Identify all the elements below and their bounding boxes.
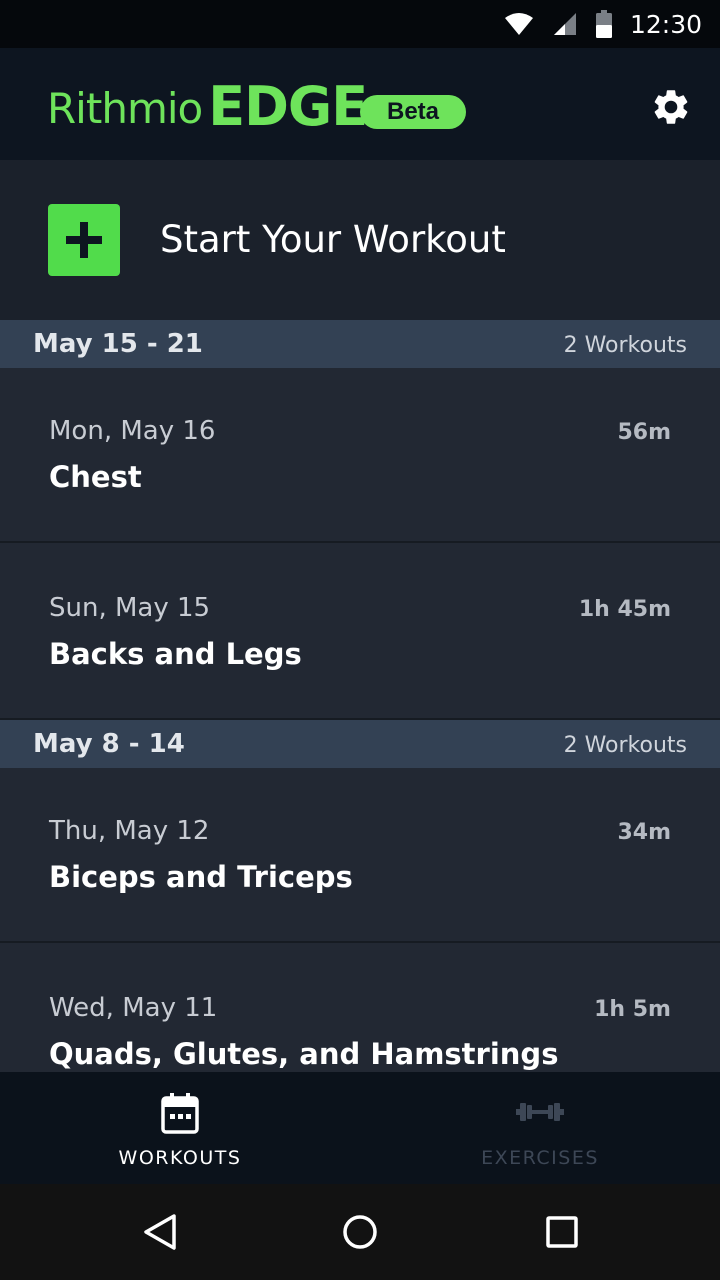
workout-item[interactable]: Wed, May 11 Quads, Glutes, and Hamstring… (0, 945, 720, 1072)
week-workout-count: 2 Workouts (563, 333, 687, 358)
week-header: May 15 - 21 2 Workouts (0, 320, 720, 368)
workout-item[interactable]: Mon, May 16 Chest 56m (0, 368, 720, 543)
signal-icon (553, 13, 576, 35)
tab-workouts-label: WORKOUTS (118, 1147, 242, 1169)
brand-logo: Rithmio EDGE (47, 75, 368, 138)
workout-name: Chest (49, 460, 142, 494)
brand-edge: EDGE (208, 75, 368, 138)
start-workout-row[interactable]: Start Your Workout (0, 160, 720, 320)
recents-icon[interactable] (538, 1208, 586, 1256)
home-icon[interactable] (336, 1208, 384, 1256)
week-workout-count: 2 Workouts (563, 733, 687, 758)
workout-date: Wed, May 11 (49, 993, 218, 1023)
app-bar: Rithmio EDGE Beta (0, 48, 720, 160)
workout-duration: 1h 45m (578, 597, 671, 622)
workout-duration: 34m (617, 820, 671, 845)
week-header: May 8 - 14 2 Workouts (0, 720, 720, 768)
gear-icon[interactable] (650, 86, 692, 128)
workout-date: Mon, May 16 (49, 416, 216, 446)
back-icon[interactable] (136, 1208, 184, 1256)
tab-exercises[interactable]: EXERCISES (360, 1072, 720, 1184)
brand-name: Rithmio (47, 84, 203, 133)
status-bar: 12:30 (0, 0, 720, 48)
system-nav-bar (0, 1184, 720, 1280)
workout-list[interactable]: Start Your Workout May 15 - 21 2 Workout… (0, 160, 720, 1072)
plus-icon (66, 222, 102, 258)
workout-name: Biceps and Triceps (49, 860, 353, 894)
week-range: May 8 - 14 (33, 729, 185, 759)
workout-name: Backs and Legs (49, 637, 302, 671)
status-time: 12:30 (629, 9, 702, 39)
start-workout-label: Start Your Workout (160, 218, 506, 261)
workout-duration: 56m (617, 420, 671, 445)
bottom-nav: WORKOUTS EXERCISES (0, 1072, 720, 1184)
start-workout-button[interactable] (48, 204, 120, 276)
workout-date: Sun, May 15 (49, 593, 211, 623)
workout-name: Quads, Glutes, and Hamstrings (49, 1037, 559, 1071)
week-range: May 15 - 21 (33, 329, 203, 359)
wifi-icon (504, 13, 533, 35)
workout-duration: 1h 5m (594, 997, 671, 1022)
workout-item[interactable]: Sun, May 15 Backs and Legs 1h 45m (0, 545, 720, 720)
workout-date: Thu, May 12 (49, 816, 210, 846)
tab-exercises-label: EXERCISES (481, 1147, 599, 1169)
calendar-icon (161, 1093, 199, 1134)
dumbbell-icon (516, 1103, 564, 1121)
status-icons: 12:30 (504, 0, 702, 48)
battery-icon (595, 10, 612, 38)
tab-workouts[interactable]: WORKOUTS (0, 1072, 360, 1184)
workout-item[interactable]: Thu, May 12 Biceps and Triceps 34m (0, 768, 720, 943)
beta-badge: Beta (360, 95, 466, 129)
